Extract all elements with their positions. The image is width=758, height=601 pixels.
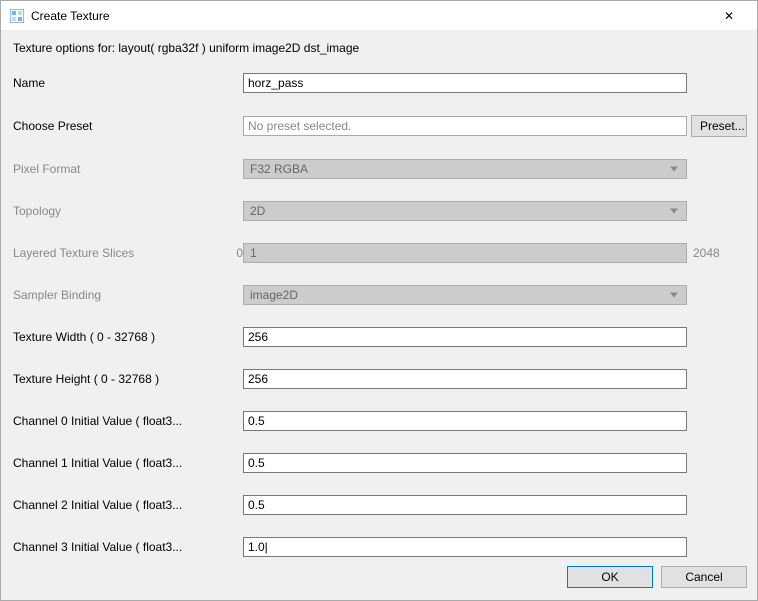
row-sampler-binding: Sampler Binding image2D (11, 285, 747, 305)
label-choose-preset: Choose Preset (11, 119, 243, 133)
layered-slices-input: 1 (243, 243, 687, 263)
sampler-binding-select: image2D (243, 285, 687, 305)
title-bar: Create Texture ✕ (1, 1, 757, 31)
row-pixel-format: Pixel Format F32 RGBA (11, 159, 747, 179)
name-input[interactable] (243, 73, 687, 93)
channel-2-input[interactable] (243, 495, 687, 515)
dialog-window: Create Texture ✕ Texture options for: la… (0, 0, 758, 601)
preset-button[interactable]: Preset... (691, 115, 747, 137)
label-channel-2: Channel 2 Initial Value ( float3... (11, 498, 243, 512)
dialog-body: Texture options for: layout( rgba32f ) u… (1, 31, 757, 562)
row-choose-preset: Choose Preset Preset... (11, 115, 747, 137)
row-texture-height: Texture Height ( 0 - 32768 ) (11, 369, 747, 389)
sampler-binding-value: image2D (250, 288, 298, 302)
row-texture-width: Texture Width ( 0 - 32768 ) (11, 327, 747, 347)
row-layered-slices: Layered Texture Slices 0 1 2048 (11, 243, 747, 263)
layered-slices-value: 1 (250, 246, 257, 260)
label-pixel-format: Pixel Format (11, 162, 243, 176)
texture-height-input[interactable] (243, 369, 687, 389)
topology-select: 2D (243, 201, 687, 221)
label-sampler-binding: Sampler Binding (11, 288, 243, 302)
label-channel-3: Channel 3 Initial Value ( float3... (11, 540, 243, 554)
label-name: Name (11, 76, 243, 90)
dialog-footer: OK Cancel (1, 562, 757, 600)
preset-display (243, 116, 687, 136)
label-topology: Topology (11, 204, 243, 218)
channel-0-input[interactable] (243, 411, 687, 431)
channel-1-input[interactable] (243, 453, 687, 473)
row-channel-3: Channel 3 Initial Value ( float3... (11, 537, 747, 557)
close-icon: ✕ (724, 9, 734, 23)
row-channel-0: Channel 0 Initial Value ( float3... (11, 411, 747, 431)
channel-3-input[interactable] (243, 537, 687, 557)
layered-min: 0 (217, 246, 243, 260)
row-name: Name (11, 73, 747, 93)
texture-options-label: Texture options for: layout( rgba32f ) u… (13, 41, 747, 55)
label-texture-width: Texture Width ( 0 - 32768 ) (11, 330, 243, 344)
row-topology: Topology 2D (11, 201, 747, 221)
label-texture-height: Texture Height ( 0 - 32768 ) (11, 372, 243, 386)
label-channel-1: Channel 1 Initial Value ( float3... (11, 456, 243, 470)
form: Name Choose Preset Preset... Pixel Forma… (11, 73, 747, 557)
row-channel-2: Channel 2 Initial Value ( float3... (11, 495, 747, 515)
topology-value: 2D (250, 204, 265, 218)
ok-button[interactable]: OK (567, 566, 653, 588)
window-title: Create Texture (31, 9, 709, 23)
texture-width-input[interactable] (243, 327, 687, 347)
row-channel-1: Channel 1 Initial Value ( float3... (11, 453, 747, 473)
label-layered-slices: Layered Texture Slices (11, 246, 217, 260)
cancel-button[interactable]: Cancel (661, 566, 747, 588)
pixel-format-value: F32 RGBA (250, 162, 308, 176)
pixel-format-select: F32 RGBA (243, 159, 687, 179)
close-button[interactable]: ✕ (709, 2, 749, 30)
label-channel-0: Channel 0 Initial Value ( float3... (11, 414, 243, 428)
app-icon (9, 8, 25, 24)
layered-max: 2048 (693, 246, 747, 260)
